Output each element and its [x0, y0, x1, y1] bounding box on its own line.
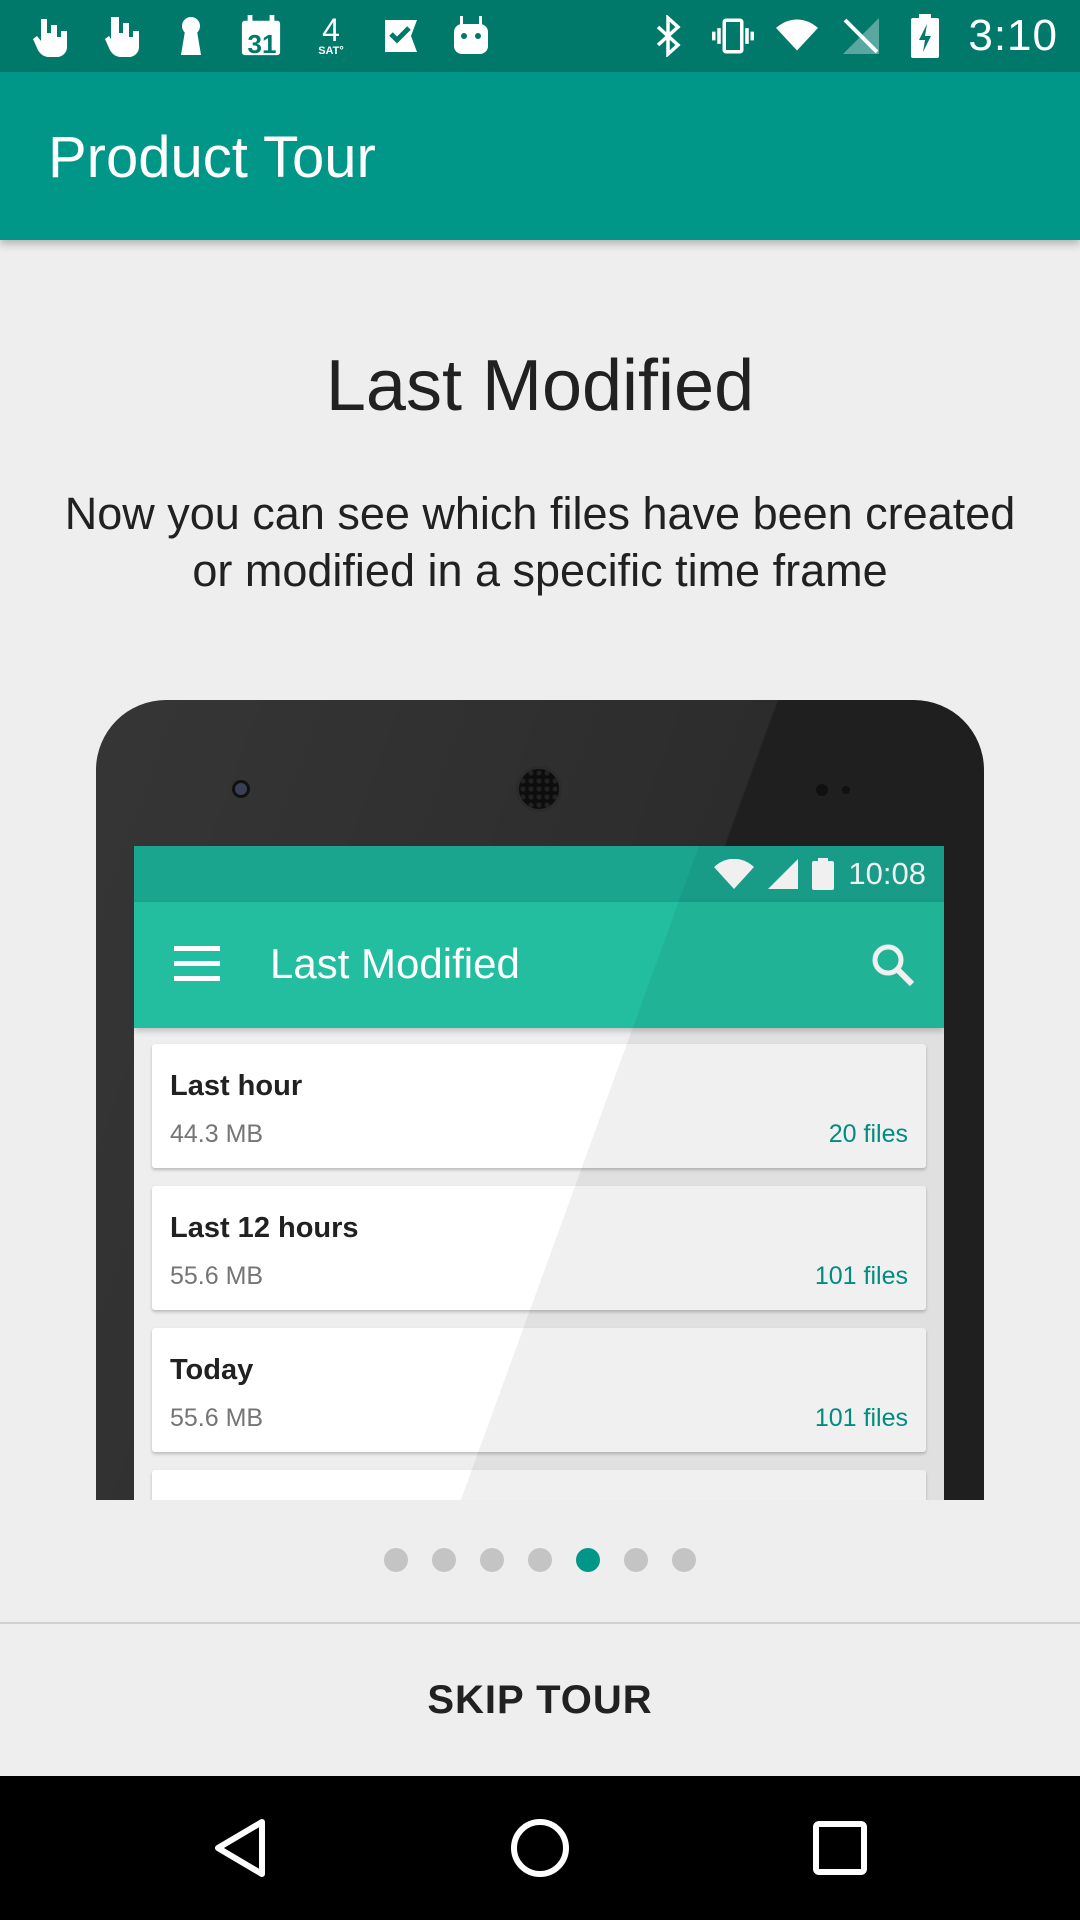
- page-indicator: [0, 1548, 1080, 1574]
- page-dot: [672, 1548, 696, 1572]
- card-size: 55.6 MB: [170, 1262, 264, 1290]
- keyhole-icon: [170, 15, 212, 57]
- notification-icons: 31 4 SAT°: [30, 10, 492, 62]
- mock-app-bar-title: Last Modified: [270, 940, 520, 987]
- card-file-count: 101 files: [814, 1262, 908, 1290]
- status-bar: 31 4 SAT° 3:10: [0, 0, 1080, 72]
- wifi-icon: [776, 15, 819, 57]
- mock-wifi-icon: [714, 859, 755, 889]
- mock-app-bar: Last Modified: [134, 902, 944, 1028]
- phone-speaker: [516, 766, 562, 812]
- phone-sensor: [842, 786, 850, 794]
- card-file-count: 101 files: [814, 1404, 908, 1432]
- card-file-count: 20 files: [828, 1120, 908, 1148]
- phone-camera: [232, 780, 250, 798]
- navigation-bar: [0, 1776, 1080, 1920]
- hand-icon: [30, 15, 72, 57]
- page-dot-active: [576, 1548, 600, 1572]
- task-icon: [380, 15, 422, 57]
- weather-label: SAT°: [318, 45, 344, 57]
- phone-illustration: 10:08 Last Modified Last hour 44.3 MB 20…: [96, 700, 984, 1500]
- card-title: Last 12 hours: [170, 1212, 359, 1244]
- hand-icon: [100, 15, 142, 57]
- vibrate-icon: [712, 15, 755, 57]
- no-sim-icon: [840, 15, 882, 57]
- menu-icon: [174, 944, 220, 984]
- bluetooth-icon: [648, 15, 690, 57]
- calendar-day: 31: [247, 29, 277, 59]
- list-item: Today 55.6 MB 101 files: [152, 1328, 926, 1452]
- mock-clock: 10:08: [848, 856, 926, 891]
- calendar-icon: 31: [240, 15, 282, 59]
- list-item: Last 12 hours 55.6 MB 101 files: [152, 1186, 926, 1310]
- card-size: 55.6 MB: [170, 1404, 264, 1432]
- battery-charging-icon: [904, 14, 946, 58]
- weather-day: 4: [322, 12, 340, 48]
- skip-tour-button[interactable]: SKIP TOUR: [0, 1624, 1080, 1776]
- mock-battery-icon: [812, 858, 835, 890]
- system-icons: 3:10: [648, 10, 1058, 62]
- list-item-partial: [152, 1470, 926, 1500]
- search-icon: [872, 944, 915, 987]
- app-bar-title: Product Tour: [48, 125, 376, 190]
- recents-icon[interactable]: [800, 1808, 880, 1888]
- page-dot: [480, 1548, 504, 1572]
- page-dot: [384, 1548, 408, 1572]
- weather-icon: 4 SAT°: [310, 12, 352, 57]
- slide-title: Last Modified: [325, 346, 755, 426]
- slide-description: Now you can see which files have been cr…: [64, 488, 1016, 596]
- card-title: Today: [170, 1354, 254, 1386]
- page-dot: [528, 1548, 552, 1572]
- phone-screen: 10:08 Last Modified Last hour 44.3 MB 20…: [134, 846, 944, 1500]
- home-icon[interactable]: [500, 1808, 580, 1888]
- clock: 3:10: [968, 11, 1058, 60]
- card-title: Last hour: [170, 1070, 303, 1102]
- phone-sensor: [816, 784, 828, 796]
- mock-status-bar: 10:08: [134, 846, 944, 902]
- page-dot: [432, 1548, 456, 1572]
- android-icon: [450, 15, 492, 57]
- back-icon[interactable]: [200, 1808, 280, 1888]
- mock-signal-icon: [768, 859, 799, 889]
- app-bar: Product Tour: [0, 72, 1080, 240]
- page-dot: [624, 1548, 648, 1572]
- list-item: Last hour 44.3 MB 20 files: [152, 1044, 926, 1168]
- card-size: 44.3 MB: [170, 1120, 264, 1148]
